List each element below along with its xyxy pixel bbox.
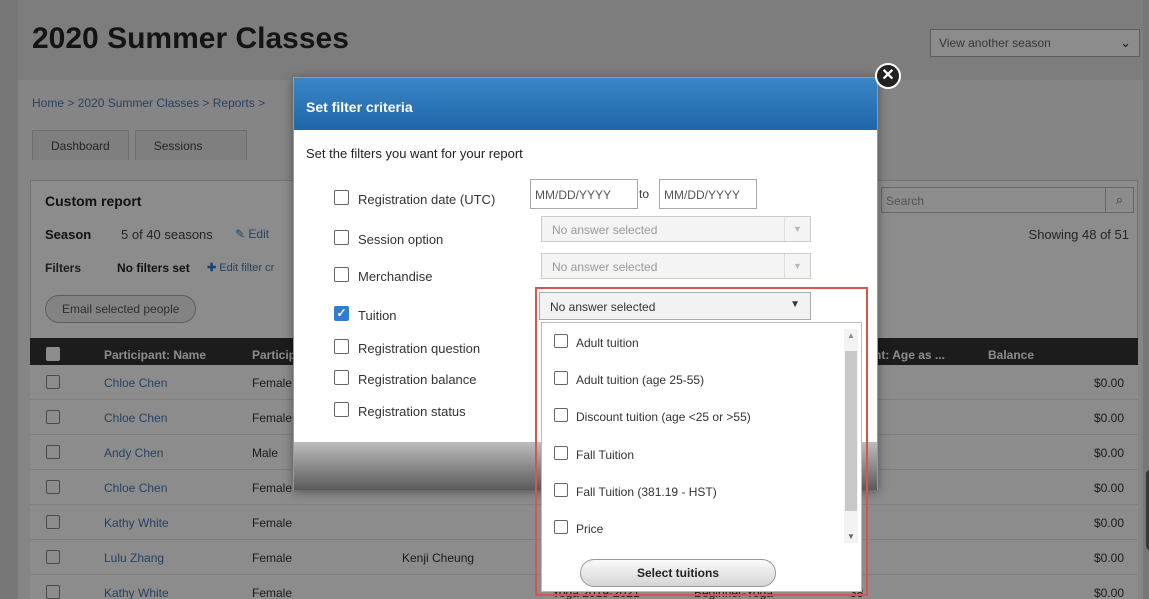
filter-label: Session option [358,232,444,247]
chevron-down-icon: ▼ [784,217,810,241]
date-to-field[interactable]: MM/DD/YYYY [659,179,757,209]
filter-label: Merchandise [358,269,433,284]
merchandise-select: No answer selected ▼ [541,253,811,279]
filter-checkbox[interactable] [334,402,349,417]
filter-label: Registration date (UTC) [358,192,496,207]
filter-label: Registration status [358,404,466,419]
filter-checkbox[interactable] [334,370,349,385]
modal-title: Set filter criteria [306,99,413,115]
modal-header: Set filter criteria [294,78,877,130]
filter-checkbox[interactable] [334,339,349,354]
filter-label: Tuition [358,308,397,323]
close-icon[interactable]: ✕ [875,63,901,89]
select-value: No answer selected [552,260,658,274]
highlight-box [535,287,868,596]
filter-checkbox-checked[interactable]: ✓ [334,306,349,321]
filter-checkbox[interactable] [334,267,349,282]
filter-label: Registration question [358,341,481,356]
date-from-field[interactable]: MM/DD/YYYY [530,179,638,209]
filter-label: Registration balance [358,372,477,387]
chevron-down-icon: ▼ [784,254,810,278]
filter-checkbox[interactable] [334,230,349,245]
modal-intro: Set the filters you want for your report [306,146,523,161]
filter-checkbox[interactable] [334,190,349,205]
select-value: No answer selected [552,223,658,237]
date-to-label: to [639,187,650,201]
session-option-select: No answer selected ▼ [541,216,811,242]
